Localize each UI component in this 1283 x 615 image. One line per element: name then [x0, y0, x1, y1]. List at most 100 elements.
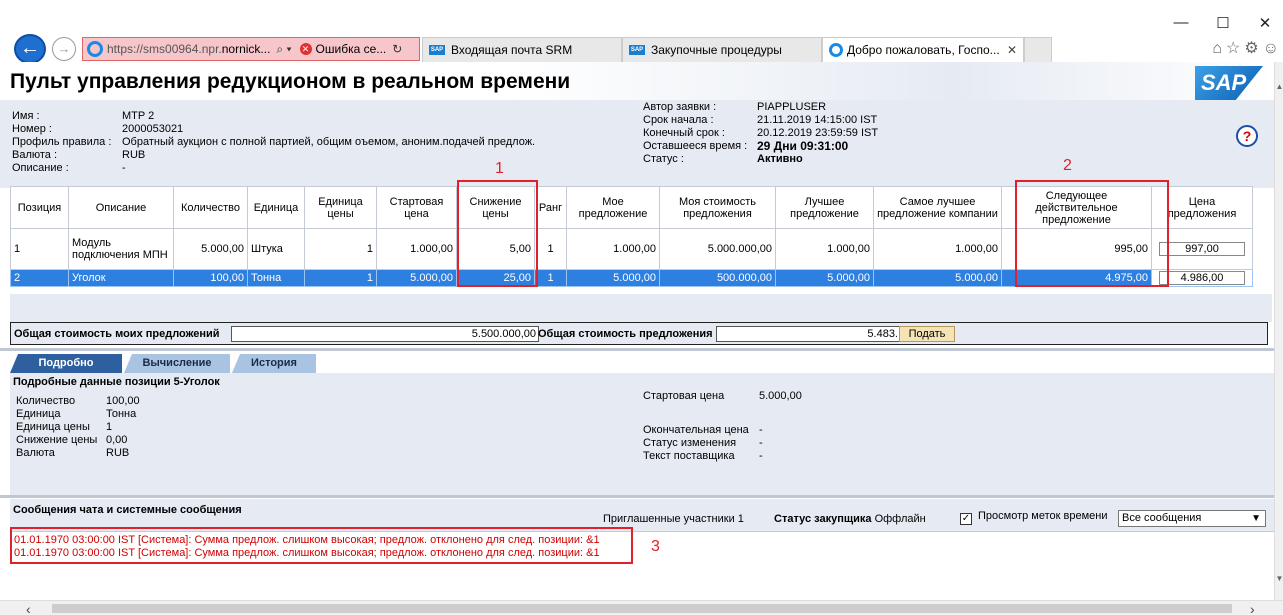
header-label: Валюта :: [12, 149, 58, 161]
scroll-up-icon[interactable]: ▲: [1275, 82, 1283, 91]
bid-price-input[interactable]: 4.986,00: [1159, 271, 1245, 285]
tab-procurement[interactable]: SAP Закупочные процедуры: [622, 37, 822, 62]
detail-value: -: [759, 424, 763, 436]
header-value-currency: RUB: [122, 149, 146, 161]
col-my-bid[interactable]: Мое предложение: [566, 186, 660, 229]
buyer-status: Статус закупщика Оффлайн: [774, 513, 926, 525]
annotation-box-1: [457, 180, 538, 287]
col-description[interactable]: Описание: [68, 186, 174, 229]
detail-label: Окончательная цена: [643, 424, 749, 436]
cell-best-company-bid: 1.000,00: [873, 228, 1002, 270]
tab-calculation[interactable]: Вычисление: [124, 354, 230, 373]
ie-page-icon: [87, 41, 103, 57]
chat-title: Сообщения чата и системные сообщения: [13, 504, 242, 516]
section-divider: [0, 348, 1274, 351]
header-value-status: Активно: [757, 153, 803, 165]
browser-chrome: — ☐ ✕ ← → https://sms00964.npr. nornick..…: [0, 0, 1283, 64]
cell-quantity: 5.000,00: [173, 228, 248, 270]
tab-label: Закупочные процедуры: [651, 43, 782, 57]
col-rank[interactable]: Ранг: [534, 186, 567, 229]
detail-label: Снижение цены: [16, 434, 98, 446]
minimize-button[interactable]: —: [1166, 14, 1196, 31]
detail-value: Тонна: [106, 408, 137, 420]
address-url-host: nornick...: [221, 42, 271, 56]
col-my-bid-value[interactable]: Моя стоимость предложения: [659, 186, 776, 229]
title-bar: Пульт управления редукционом в реальном …: [0, 62, 1274, 100]
totals-bar: Общая стоимость моих предложений 5.500.0…: [10, 322, 1268, 345]
tab-details[interactable]: Подробно: [10, 354, 122, 373]
browser-toolbar-icons[interactable]: ⌂☆⚙☺: [1212, 38, 1283, 58]
timestamps-toggle[interactable]: ✓ Просмотр меток времени: [960, 510, 1108, 525]
back-button[interactable]: ←: [14, 34, 46, 64]
cell-unit: Штука: [247, 228, 305, 270]
close-tab-icon[interactable]: ✕: [1007, 43, 1017, 57]
table-empty-area: [10, 294, 1272, 322]
col-start-price[interactable]: Стартовая цена: [376, 186, 457, 229]
col-quantity[interactable]: Количество: [173, 186, 248, 229]
col-best-bid[interactable]: Лучшее предложение: [775, 186, 874, 229]
cell-position: 1: [10, 228, 69, 270]
header-value-remaining: 29 Дни 09:31:00: [757, 139, 849, 153]
help-icon[interactable]: ?: [1236, 125, 1258, 147]
close-window-button[interactable]: ✕: [1250, 14, 1280, 32]
forward-button[interactable]: →: [52, 37, 76, 61]
col-price-unit[interactable]: Единица цены: [304, 186, 377, 229]
page-title: Пульт управления редукционом в реальном …: [10, 70, 571, 93]
message-filter-select[interactable]: Все сообщения ▼: [1118, 510, 1266, 527]
cell-my-bid: 5.000,00: [566, 269, 660, 287]
detail-label: Единица: [16, 408, 61, 420]
detail-left-values: 100,00 Тонна 1 0,00 RUB: [106, 395, 140, 460]
col-unit[interactable]: Единица: [247, 186, 305, 229]
new-tab-button[interactable]: [1024, 37, 1052, 62]
refresh-icon[interactable]: ↻: [392, 42, 402, 56]
col-position[interactable]: Позиция: [10, 186, 69, 229]
submit-button[interactable]: Подать: [899, 326, 955, 342]
sap-logo: SAP: [1195, 66, 1263, 100]
invited-participants: Приглашенные участники 1: [603, 513, 744, 525]
address-bar[interactable]: https://sms00964.npr. nornick... ⌕ ▾ ✕ Ош…: [82, 37, 420, 61]
header-value-start: 21.11.2019 14:15:00 IST: [757, 114, 878, 126]
detail-value: 100,00: [106, 395, 140, 407]
tab-history[interactable]: История: [232, 354, 316, 373]
search-icon[interactable]: ⌕ ▾: [276, 42, 291, 57]
scroll-thumb[interactable]: [52, 604, 1232, 613]
scroll-down-icon[interactable]: ▼: [1275, 574, 1283, 583]
detail-label: Валюта: [16, 447, 55, 459]
bid-price-input[interactable]: 997,00: [1159, 242, 1245, 256]
detail-start-price-label: Стартовая цена: [643, 390, 725, 402]
header-value-description: -: [122, 162, 126, 174]
annotation-label-2: 2: [1063, 157, 1072, 174]
certificate-error-icon[interactable]: ✕: [299, 43, 312, 55]
page-content: Пульт управления редукционом в реальном …: [0, 62, 1274, 600]
timestamps-checkbox[interactable]: ✓: [960, 513, 972, 525]
col-best-company-bid[interactable]: Самое лучшее предложение компании: [873, 186, 1002, 229]
cell-description: Уголок: [68, 269, 174, 287]
detail-label: Текст поставщика: [643, 450, 735, 462]
arrow-right-icon: →: [57, 41, 71, 56]
detail-title: Подробные данные позиции 5-Уголок: [13, 376, 220, 388]
header-label: Срок начала :: [643, 114, 714, 126]
horizontal-scrollbar[interactable]: ‹ ›: [0, 600, 1283, 615]
detail-panel: Подробные данные позиции 5-Уголок Количе…: [10, 373, 1274, 495]
detail-right-labels: Окончательная цена Статус изменения Текс…: [643, 424, 749, 463]
sap-favicon-icon: SAP: [429, 45, 445, 55]
certificate-error-text[interactable]: Ошибка се...: [316, 42, 387, 56]
header-label: Номер :: [12, 123, 52, 135]
vertical-scrollbar[interactable]: ▲ ▼: [1274, 62, 1283, 600]
scroll-left-icon[interactable]: ‹: [26, 601, 31, 615]
maximize-button[interactable]: ☐: [1208, 14, 1238, 32]
cell-best-bid: 5.000,00: [775, 269, 874, 287]
detail-label: Статус изменения: [643, 437, 737, 449]
message-filter-value: Все сообщения: [1122, 512, 1202, 524]
detail-value: -: [759, 450, 763, 462]
cell-unit: Тонна: [247, 269, 305, 287]
cell-quantity: 100,00: [173, 269, 248, 287]
tab-label: Входящая почта SRM: [451, 43, 573, 57]
cell-position: 2: [10, 269, 69, 287]
tab-srm-inbox[interactable]: SAP Входящая почта SRM: [422, 37, 622, 62]
cell-my-bid-value: 500.000,00: [659, 269, 776, 287]
header-value-profile: Обратный аукцион с полной партией, общим…: [122, 136, 536, 148]
tab-welcome[interactable]: Добро пожаловать, Госпо... ✕: [822, 37, 1024, 62]
scroll-right-icon[interactable]: ›: [1250, 601, 1255, 615]
detail-value: 0,00: [106, 434, 128, 446]
